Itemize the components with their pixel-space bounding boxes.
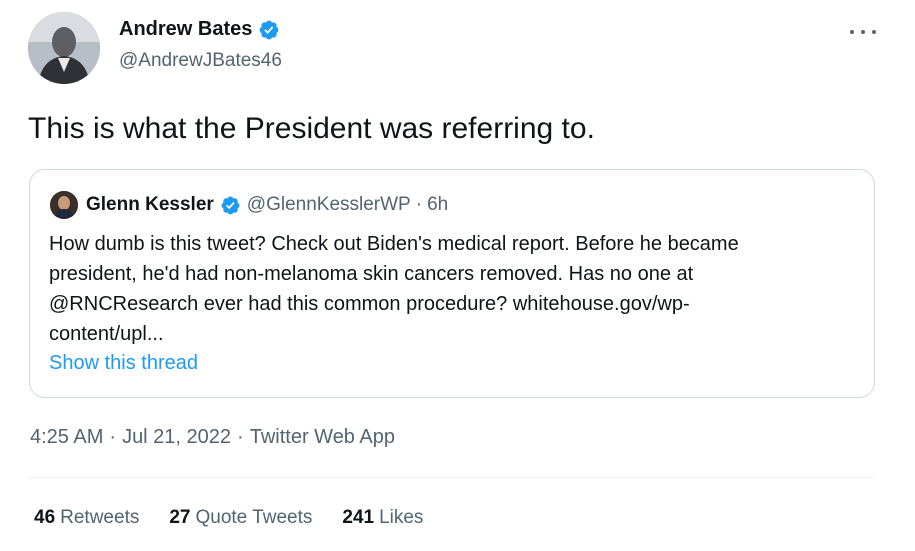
tweet-time[interactable]: 4:25 AM — [30, 426, 103, 449]
quoted-tweet-card[interactable]: Glenn Kessler @GlennKesslerWP · 6h How d… — [29, 169, 875, 398]
quoted-tweet-header: Glenn Kessler @GlennKesslerWP · 6h — [50, 191, 448, 219]
verified-badge-icon — [258, 19, 280, 41]
author-avatar-photo — [28, 12, 100, 84]
author-name[interactable]: Andrew Bates — [119, 18, 252, 41]
tweet-date[interactable]: Jul 21, 2022 — [122, 426, 231, 449]
show-thread-link[interactable]: Show this thread — [49, 352, 198, 375]
quote-tweets-label: Quote Tweets — [195, 507, 313, 528]
likes-stat[interactable]: 241 Likes — [342, 507, 423, 529]
quoted-text-line: president, he'd had non-melanoma skin ca… — [49, 263, 694, 285]
divider — [28, 477, 875, 478]
tweet-meta: 4:25 AM · Jul 21, 2022 · Twitter Web App — [30, 426, 395, 449]
more-options-icon[interactable] — [850, 22, 876, 42]
likes-label: Likes — [379, 507, 424, 528]
author-handle[interactable]: @AndrewJBates46 — [119, 50, 282, 72]
quoted-author-avatar[interactable] — [50, 191, 78, 219]
quoted-separator: · — [415, 194, 423, 215]
quoted-author-handle[interactable]: @GlennKesslerWP — [247, 194, 411, 216]
retweets-stat[interactable]: 46 Retweets — [34, 507, 139, 529]
tweet-stats: 46 Retweets 27 Quote Tweets 241 Likes — [34, 507, 453, 529]
more-dot — [861, 30, 865, 34]
more-dot — [850, 30, 854, 34]
tweet-text: This is what the President was referring… — [28, 112, 595, 145]
quoted-timestamp[interactable]: 6h — [427, 194, 448, 216]
meta-separator: · — [237, 426, 244, 448]
quote-tweets-count: 27 — [169, 507, 191, 528]
likes-count: 241 — [342, 507, 375, 528]
quote-tweets-stat[interactable]: 27 Quote Tweets — [169, 507, 312, 529]
retweets-label: Retweets — [60, 507, 140, 528]
author-name-row: Andrew Bates — [119, 18, 280, 41]
retweets-count: 46 — [34, 507, 56, 528]
quoted-text-line: @RNCResearch ever had this common proced… — [49, 293, 690, 315]
tweet-source-app[interactable]: Twitter Web App — [250, 426, 395, 449]
author-avatar[interactable] — [28, 12, 100, 84]
more-dot — [872, 30, 876, 34]
quoted-text-line: How dumb is this tweet? Check out Biden'… — [49, 233, 739, 255]
quoted-text-line: content/upl... — [49, 323, 164, 345]
quoted-author-name[interactable]: Glenn Kessler — [86, 194, 214, 216]
meta-separator: · — [109, 426, 117, 448]
quoted-tweet-text: How dumb is this tweet? Check out Biden'… — [49, 229, 859, 349]
quoted-verified-badge-icon — [220, 195, 241, 216]
